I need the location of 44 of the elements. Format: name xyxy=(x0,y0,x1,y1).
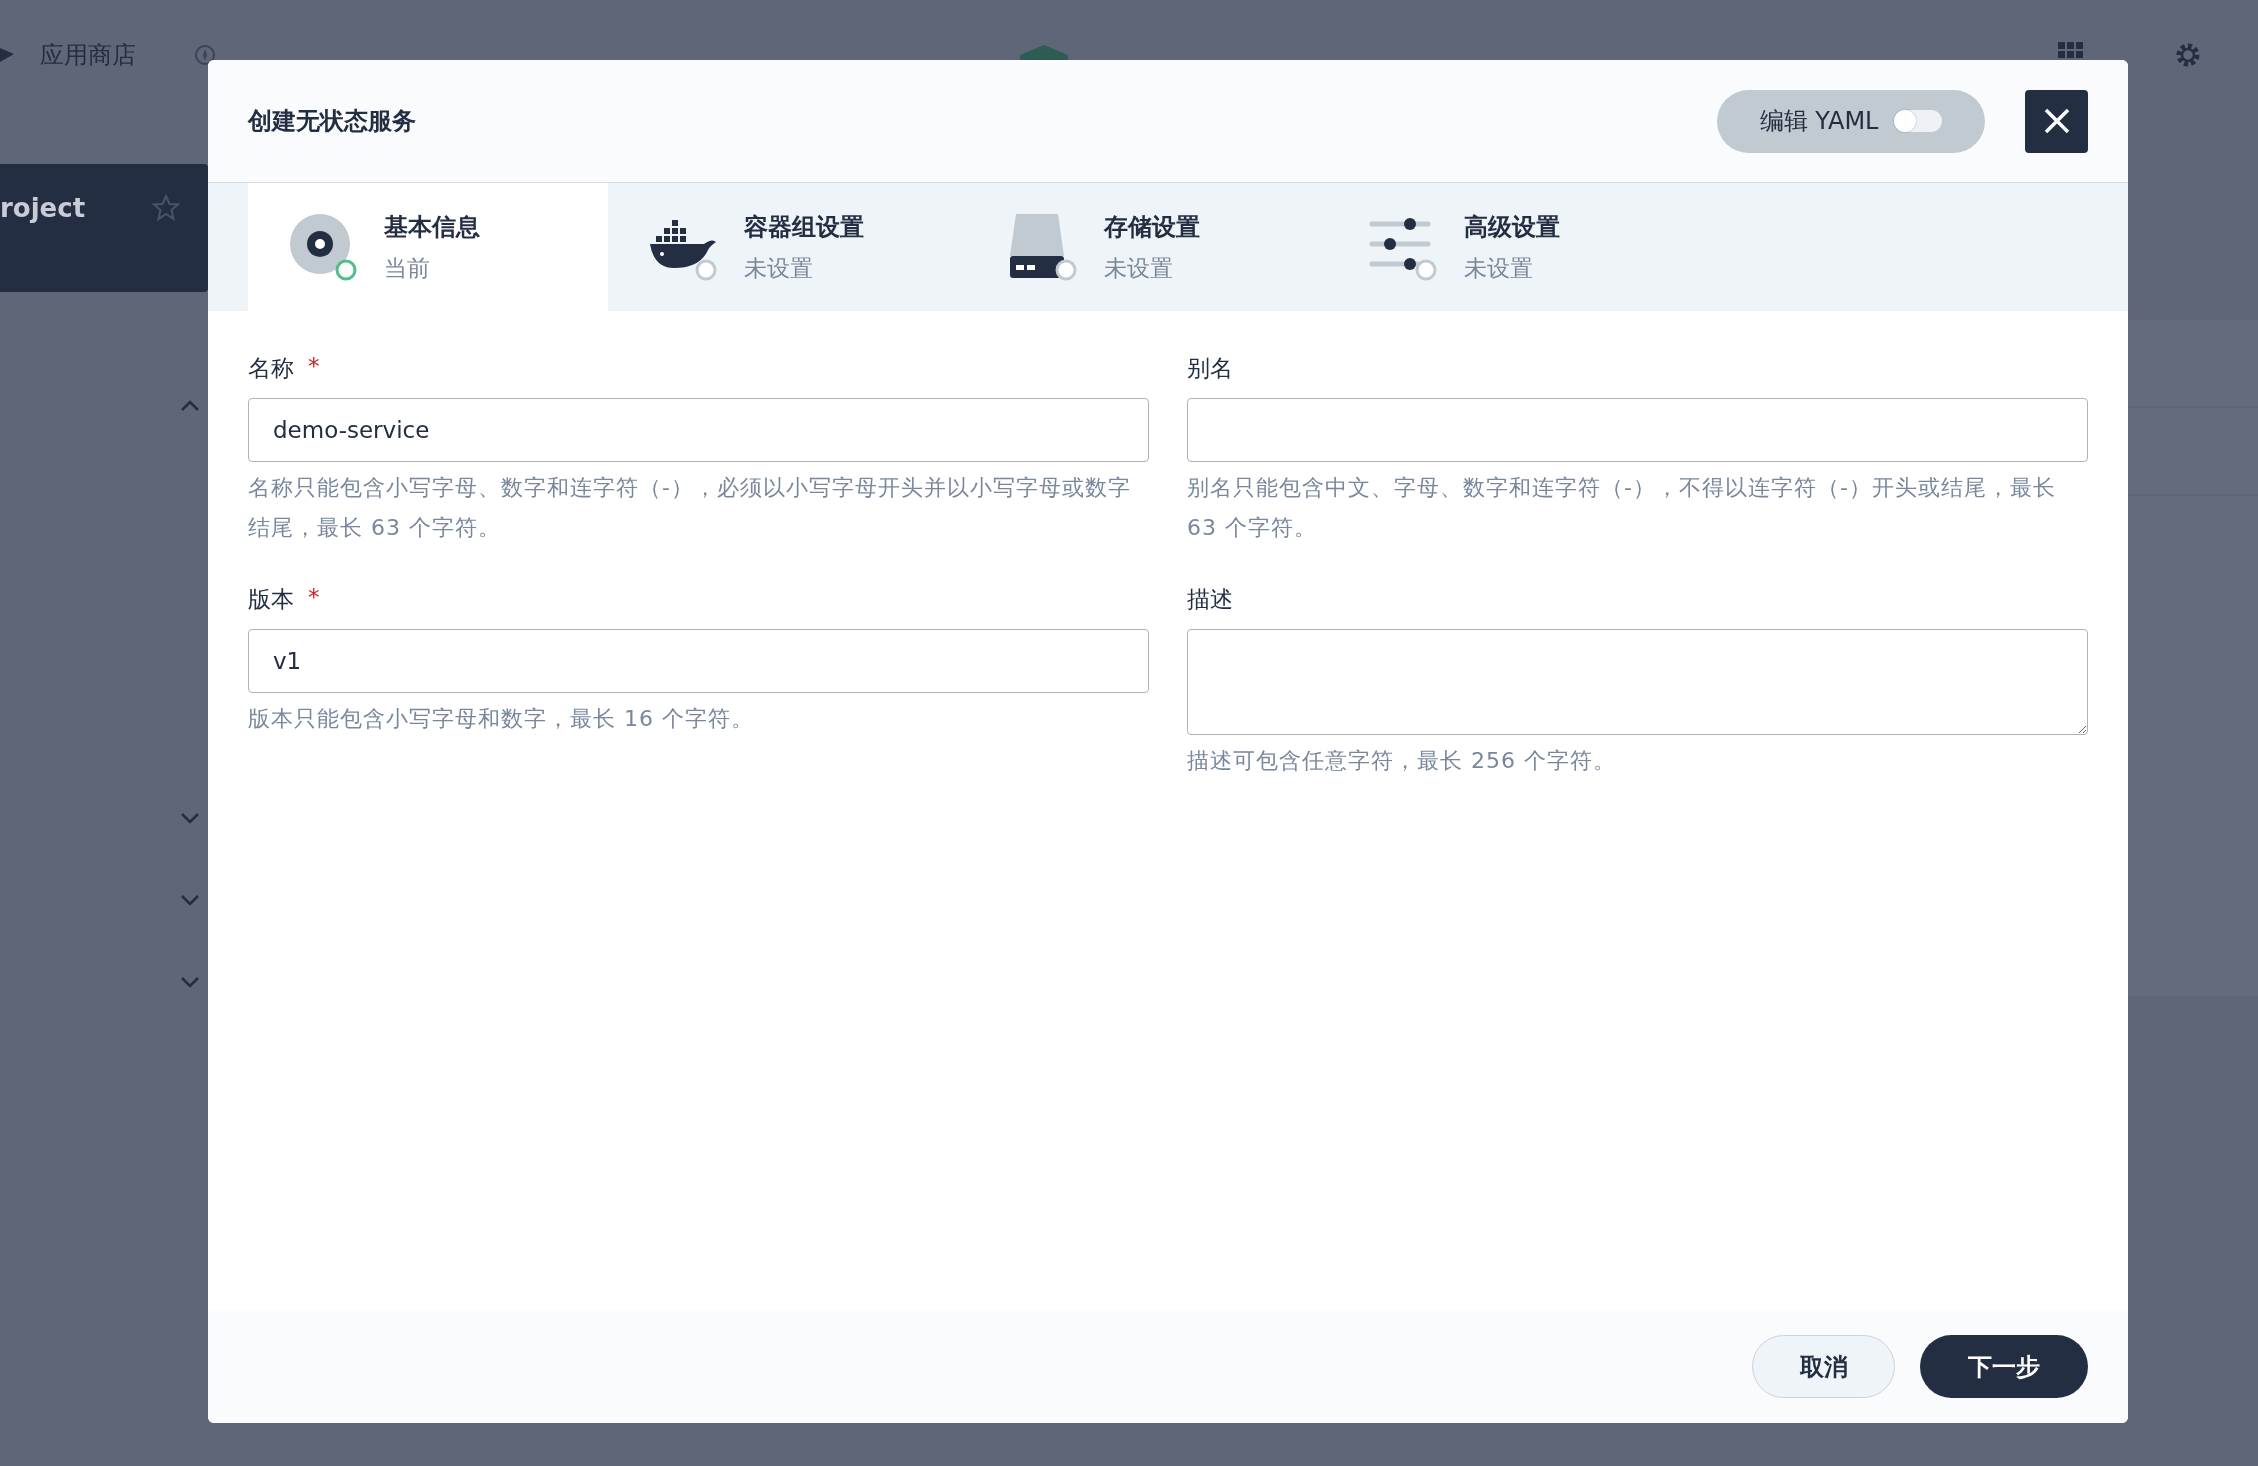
step-tab[interactable]: 容器组设置 未设置 xyxy=(608,183,968,311)
yaml-toggle-button[interactable]: 编辑 YAML xyxy=(1717,89,1985,153)
chevron-icon[interactable] xyxy=(180,400,200,412)
step-tab[interactable]: 存储设置 未设置 xyxy=(968,183,1328,311)
field-hint: 描述可包含任意字符，最长 256 个字符。 xyxy=(1187,747,1617,775)
description-field[interactable] xyxy=(1187,629,2088,735)
step-title: 高级设置 xyxy=(1464,211,1560,243)
compass-icon xyxy=(194,44,216,66)
step-status: 未设置 xyxy=(1464,253,1534,283)
required-mark: * xyxy=(308,353,320,381)
cancel-button[interactable]: 取消 xyxy=(1752,1335,1895,1398)
step-status: 未设置 xyxy=(1104,253,1174,283)
chevron-icon[interactable] xyxy=(180,812,200,824)
field-label: 名称 xyxy=(248,354,294,383)
star-icon[interactable] xyxy=(152,194,180,222)
field-label: 版本 xyxy=(248,585,294,614)
field-label: 别名 xyxy=(1187,354,1233,383)
field-hint: 名称只能包含小写字母、数字和连字符（-），必须以小写字母开头并以小写字母或数字结尾，最长 63 个字符。 xyxy=(248,474,1132,542)
settings-icon[interactable] xyxy=(2174,41,2202,69)
step-title: 容器组设置 xyxy=(744,211,864,243)
chevron-icon[interactable] xyxy=(180,894,200,906)
project-card[interactable]: roject xyxy=(0,164,208,292)
step-title: 基本信息 xyxy=(384,211,480,243)
text-field[interactable]: demo-service xyxy=(248,398,1149,462)
step-status: 未设置 xyxy=(744,253,814,283)
step-status: 当前 xyxy=(384,253,431,283)
close-icon xyxy=(2043,108,2070,134)
drive-icon xyxy=(1008,212,1078,282)
dialog-title: 创建无状态服务 xyxy=(248,106,417,137)
text-field[interactable]: v1 xyxy=(248,629,1149,693)
field-label: 描述 xyxy=(1187,585,1233,614)
field-hint: 版本只能包含小写字母和数字，最长 16 个字符。 xyxy=(248,705,755,733)
close-button[interactable] xyxy=(2025,89,2088,153)
text-field[interactable] xyxy=(1187,398,2088,462)
disc-icon xyxy=(288,212,358,282)
project-name: roject xyxy=(0,193,86,223)
toggle-switch[interactable] xyxy=(1894,110,1943,132)
next-button[interactable]: 下一步 xyxy=(1920,1335,2088,1398)
chevron-icon[interactable] xyxy=(180,976,200,988)
step-tab[interactable]: 高级设置 未设置 xyxy=(1328,183,1688,311)
step-tab[interactable]: 基本信息 当前 xyxy=(248,183,608,311)
step-title: 存储设置 xyxy=(1104,211,1200,243)
field-hint: 别名只能包含中文、字母、数字和连字符（-），不得以连字符（-）开头或结尾，最长 63 个字符。 xyxy=(1187,474,2057,542)
required-mark: * xyxy=(308,584,320,612)
